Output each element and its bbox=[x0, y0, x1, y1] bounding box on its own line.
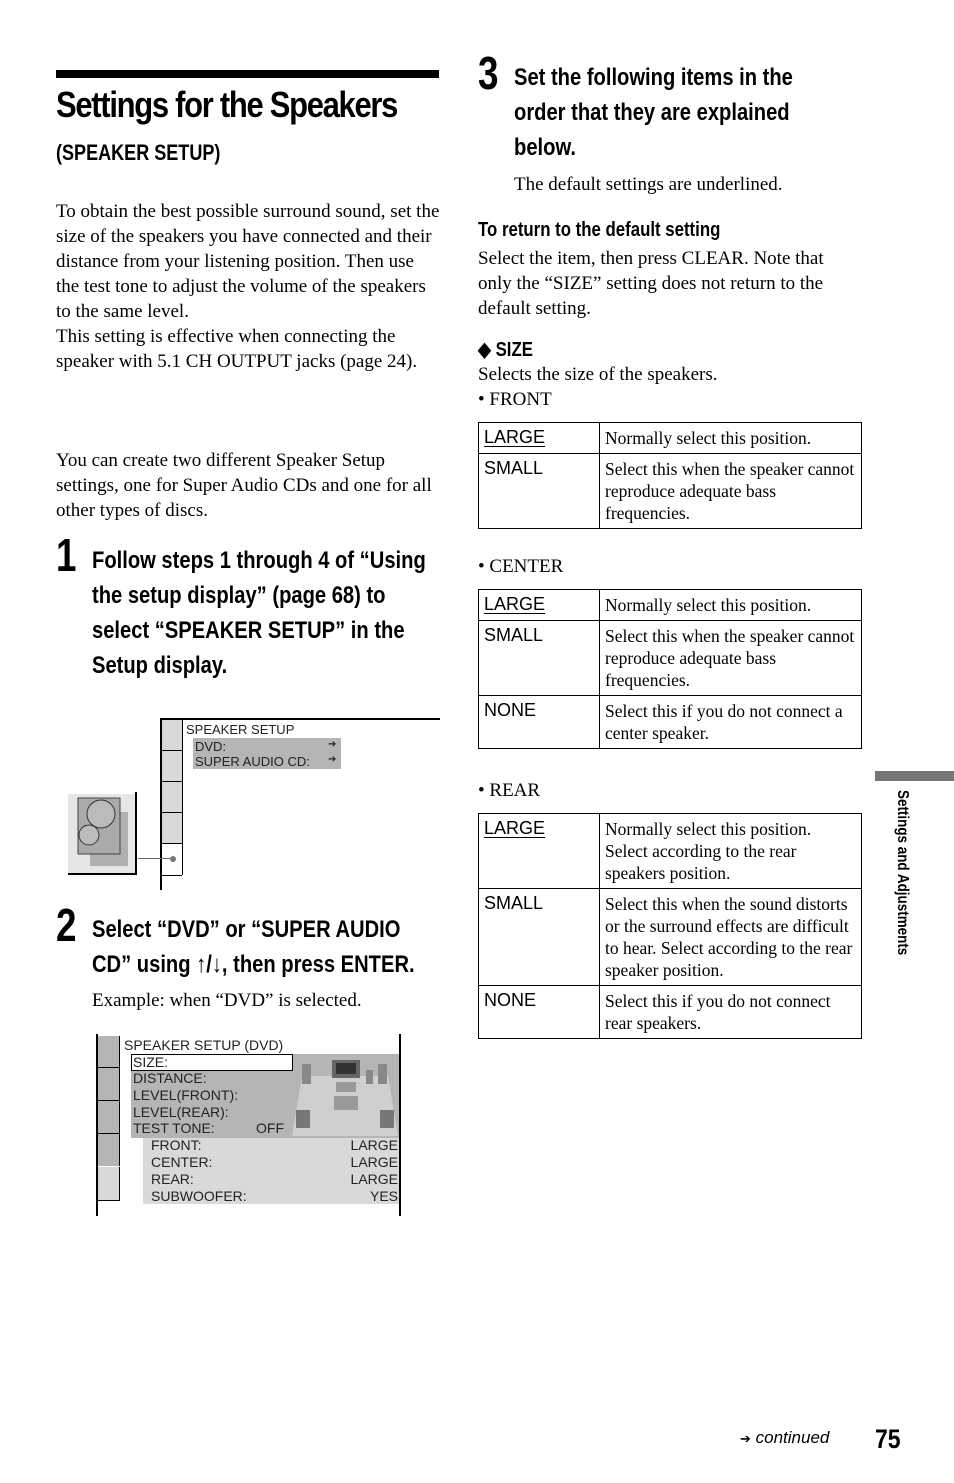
step-number: 3 bbox=[478, 47, 499, 99]
intro-text-2: You can create two different Speaker Set… bbox=[56, 450, 432, 521]
step-note: Example: when “DVD” is selected. bbox=[92, 990, 362, 1011]
osd-sub-value: LARGE bbox=[350, 1154, 398, 1170]
size-desc: Selects the size of the speakers. bbox=[478, 364, 718, 385]
table-row: LARGE Normally select this position. bbox=[478, 422, 862, 454]
speaker-setup-dvd-display: SPEAKER SETUP (DVD) SIZE: DISTANCE: LEVE… bbox=[96, 1034, 402, 1216]
section-tab-bar bbox=[875, 771, 954, 781]
osd-sub-label: CENTER: bbox=[151, 1154, 213, 1170]
test-tone-value: OFF bbox=[256, 1120, 284, 1136]
table-row: SMALL Select this when the sound distorts… bbox=[478, 888, 862, 986]
rear-size-table: LARGE Normally select this position. Sele… bbox=[478, 813, 862, 1039]
table-row: SMALL Select this when the speaker cannot… bbox=[478, 620, 862, 696]
section-tab-label: Settings and Adjustments bbox=[894, 790, 911, 956]
osd-sub-label: FRONT: bbox=[151, 1137, 202, 1153]
osd-sub-value: LARGE bbox=[350, 1171, 398, 1187]
osd-menu-test-tone[interactable]: TEST TONE: bbox=[133, 1120, 215, 1136]
front-size-table: LARGE Normally select this position. SMAL… bbox=[478, 422, 862, 529]
intro-text: To obtain the best possible surround sou… bbox=[56, 201, 440, 372]
osd-item-dvd[interactable]: DVD: bbox=[195, 739, 226, 754]
table-row: NONE Select this if you do not connect re… bbox=[478, 985, 862, 1039]
return-default-text: Select the item, then press CLEAR. Note … bbox=[478, 248, 824, 319]
page-number: 75 bbox=[875, 1424, 901, 1454]
step-number: 2 bbox=[56, 899, 77, 951]
osd-menu-level-front[interactable]: LEVEL(FRONT): bbox=[133, 1087, 238, 1103]
arrow-right-icon: ➔ bbox=[740, 1431, 751, 1446]
rear-label: • REAR bbox=[478, 780, 541, 801]
osd-sub-value: LARGE bbox=[350, 1137, 398, 1153]
step-text: Set the following items in the order tha… bbox=[514, 64, 793, 161]
speaker-setup-display: SPEAKER SETUP DVD: ➔ SUPER AUDIO CD: ➔ bbox=[160, 718, 440, 890]
page-subtitle: (SPEAKER SETUP) bbox=[56, 140, 221, 165]
step-note: The default settings are underlined. bbox=[514, 174, 783, 195]
speaker-layout-icon bbox=[292, 1056, 398, 1136]
continued-note: ➔ continued bbox=[740, 1428, 830, 1447]
arrow-right-icon: ➔ bbox=[328, 754, 337, 765]
table-row: NONE Select this if you do not connect a … bbox=[478, 695, 862, 749]
size-heading: ◆ SIZE bbox=[478, 339, 533, 361]
arrow-right-icon: ➔ bbox=[328, 739, 337, 750]
connector-dot bbox=[170, 856, 176, 862]
osd-sub-value: YES bbox=[369, 1188, 398, 1204]
diamond-icon: ◆ bbox=[478, 339, 491, 361]
table-row: LARGE Normally select this position. bbox=[478, 589, 862, 621]
osd-menu-distance[interactable]: DISTANCE: bbox=[133, 1070, 207, 1086]
osd-menu-level-rear[interactable]: LEVEL(REAR): bbox=[133, 1104, 229, 1120]
step-number: 1 bbox=[56, 529, 77, 581]
center-label: • CENTER bbox=[478, 556, 564, 577]
osd-item-sacd[interactable]: SUPER AUDIO CD: bbox=[195, 754, 310, 769]
return-default-heading: To return to the default setting bbox=[478, 219, 721, 241]
osd-sub-label: REAR: bbox=[151, 1171, 194, 1187]
osd-title: SPEAKER SETUP (DVD) bbox=[124, 1037, 284, 1053]
table-row: SMALL Select this when the speaker cannot… bbox=[478, 453, 862, 529]
osd-sub-label: SUBWOOFER: bbox=[151, 1188, 247, 1204]
page-title: Settings for the Speakers bbox=[56, 84, 398, 125]
osd-title: SPEAKER SETUP bbox=[186, 722, 295, 737]
step-text: Follow steps 1 through 4 of “Using the s… bbox=[92, 547, 426, 679]
title-rule bbox=[56, 70, 439, 78]
step-text: Select “DVD” or “SUPER AUDIO CD” using ↑… bbox=[92, 916, 415, 978]
center-size-table: LARGE Normally select this position. SMAL… bbox=[478, 589, 862, 749]
table-row: LARGE Normally select this position. Sele… bbox=[478, 813, 862, 889]
osd-menu-size[interactable]: SIZE: bbox=[133, 1054, 168, 1070]
connector-line bbox=[138, 858, 172, 859]
front-label: • FRONT bbox=[478, 389, 552, 410]
speaker-icon bbox=[68, 792, 138, 877]
